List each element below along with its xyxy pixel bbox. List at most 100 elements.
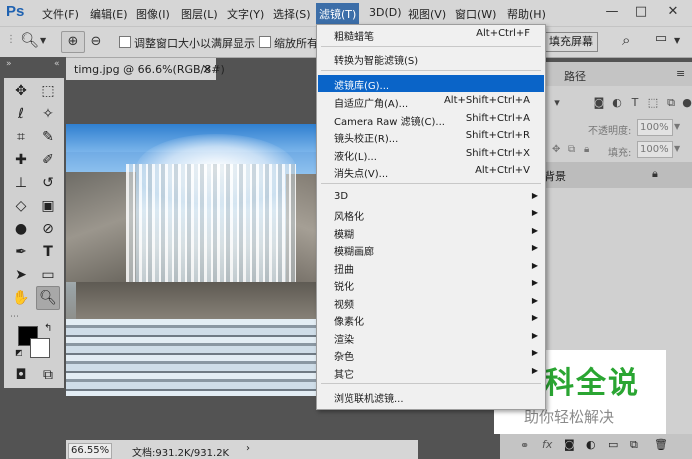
document-image[interactable] <box>66 124 356 396</box>
filter-toggle-icon[interactable]: ● <box>680 96 692 110</box>
menu-item-vanishing-point[interactable]: 消失点(V)... Alt+Ctrl+V <box>318 163 544 180</box>
document-tab[interactable]: timg.jpg @ 66.6%(RGB/8#) × <box>66 58 225 80</box>
menu-item-other[interactable]: 其它 ▶ <box>318 364 544 381</box>
menu-item-render[interactable]: 渲染 ▶ <box>318 329 544 346</box>
screen-mode-icon[interactable]: ⧉ <box>37 364 59 386</box>
menu-item-sharpen[interactable]: 锐化 ▶ <box>318 276 544 293</box>
menu-item-blur[interactable]: 模糊 ▶ <box>318 224 544 241</box>
resize-windows-checkbox[interactable] <box>119 36 131 48</box>
menu-item-last-filter[interactable]: 粗糙蜡笔 Alt+Ctrl+F <box>318 26 544 43</box>
menu-item-browse-online-filters[interactable]: 浏览联机滤镜... <box>318 388 544 405</box>
zoom-level-field[interactable]: 66.55% <box>68 443 112 459</box>
lock-pixels-icon[interactable]: ✥ <box>552 144 560 155</box>
search-icon[interactable]: ⌕ <box>622 31 630 49</box>
workspace-icon[interactable]: ▭ <box>650 31 672 51</box>
crop-tool-icon[interactable]: ⌗ <box>10 126 32 148</box>
lasso-tool-icon[interactable]: ℓ <box>10 103 32 125</box>
minimize-button[interactable]: — <box>601 2 623 22</box>
menu-filter[interactable]: 滤镜(T) <box>316 3 360 25</box>
tab-paths[interactable]: 路径 <box>564 68 586 84</box>
menu-layer[interactable]: 图层(L) <box>181 6 218 22</box>
swap-colors-icon[interactable]: ↰ <box>44 323 52 334</box>
menu-item-noise[interactable]: 杂色 ▶ <box>318 346 544 363</box>
filter-smart-icon[interactable]: ⧉ <box>664 96 678 110</box>
maximize-button[interactable]: □ <box>630 2 652 22</box>
menu-item-pixelate[interactable]: 像素化 ▶ <box>318 311 544 328</box>
blur-tool-icon[interactable]: ● <box>10 218 32 240</box>
chevron-down-icon[interactable]: ▼ <box>674 122 680 131</box>
chevron-down-icon[interactable]: ▼ <box>40 36 46 45</box>
move-tool-icon[interactable]: ✥ <box>10 80 32 102</box>
close-tab-icon[interactable]: × <box>202 62 212 76</box>
menu-edit[interactable]: 编辑(E) <box>90 6 128 22</box>
menu-item-convert-smart-filters[interactable]: 转换为智能滤镜(S) <box>318 50 544 67</box>
chevron-right-icon[interactable]: › <box>246 443 250 454</box>
chevron-down-icon[interactable]: ▼ <box>674 144 680 153</box>
menu-item-adaptive-wide-angle[interactable]: 自适应广角(A)... Alt+Shift+Ctrl+A <box>318 93 544 110</box>
menu-item-filter-gallery[interactable]: 滤镜库(G)... <box>318 75 544 92</box>
fx-icon[interactable]: fx <box>542 438 552 451</box>
zoom-in-button[interactable]: ⊕ <box>61 31 85 53</box>
close-button[interactable]: ✕ <box>662 2 684 22</box>
zoom-tool-preset-icon[interactable]: 🔍︎ <box>20 31 39 49</box>
menu-view[interactable]: 视图(V) <box>408 6 446 22</box>
menu-type[interactable]: 文字(Y) <box>227 6 264 22</box>
eraser-tool-icon[interactable]: ◇ <box>10 195 32 217</box>
dodge-tool-icon[interactable]: ⊘ <box>37 218 59 240</box>
new-layer-icon[interactable]: ⧉ <box>630 438 638 452</box>
filter-pixel-icon[interactable]: ◙ <box>592 96 606 110</box>
menu-3d[interactable]: 3D(D) <box>369 6 402 19</box>
healing-brush-tool-icon[interactable]: ✚ <box>10 149 32 171</box>
lock-all-icon[interactable]: 🔒︎ <box>584 144 589 155</box>
menu-item-video[interactable]: 视频 ▶ <box>318 294 544 311</box>
path-selection-tool-icon[interactable]: ➤ <box>10 264 32 286</box>
filter-adjust-icon[interactable]: ◐ <box>610 96 624 110</box>
menu-item-3d[interactable]: 3D ▶ <box>318 189 544 206</box>
collapse-icon[interactable]: » <box>6 59 12 69</box>
panel-menu-icon[interactable]: ≡ <box>676 67 685 80</box>
type-tool-icon[interactable]: T <box>37 241 59 263</box>
fill-screen-button[interactable]: 填充屏幕 <box>544 32 598 52</box>
chevron-down-icon[interactable]: ▼ <box>674 36 680 45</box>
shape-tool-icon[interactable]: ▭ <box>37 264 59 286</box>
menu-item-camera-raw[interactable]: Camera Raw 滤镜(C)... Shift+Ctrl+A <box>318 111 544 128</box>
opacity-field[interactable]: 100% <box>637 119 673 136</box>
trash-icon[interactable]: 🗑︎ <box>654 438 668 451</box>
group-icon[interactable]: ▭ <box>608 438 618 451</box>
lock-artboard-icon[interactable]: ⧉ <box>568 144 575 155</box>
brush-tool-icon[interactable]: ✐ <box>37 149 59 171</box>
menu-image[interactable]: 图像(I) <box>136 6 170 22</box>
fill-field[interactable]: 100% <box>637 141 673 158</box>
add-mask-icon[interactable]: ◙ <box>564 438 575 451</box>
menu-item-stylize[interactable]: 风格化 ▶ <box>318 206 544 223</box>
menu-help[interactable]: 帮助(H) <box>507 6 546 22</box>
collapse-icon[interactable]: « <box>54 59 60 69</box>
zoom-out-button[interactable]: ⊖ <box>84 31 108 53</box>
zoom-all-windows-checkbox[interactable] <box>259 36 271 48</box>
filter-text-icon[interactable]: T <box>628 96 642 110</box>
menu-item-distort[interactable]: 扭曲 ▶ <box>318 259 544 276</box>
magic-wand-tool-icon[interactable]: ✧ <box>37 103 59 125</box>
gradient-tool-icon[interactable]: ▣ <box>37 195 59 217</box>
clone-stamp-tool-icon[interactable]: ⊥ <box>10 172 32 194</box>
menu-item-lens-correction[interactable]: 镜头校正(R)... Shift+Ctrl+R <box>318 128 544 145</box>
hand-tool-icon[interactable]: ✋ <box>10 287 32 309</box>
quick-mask-icon[interactable]: ◘ <box>10 364 32 386</box>
menu-item-liquify[interactable]: 液化(L)... Shift+Ctrl+X <box>318 146 544 163</box>
zoom-tool-icon[interactable]: 🔍︎ <box>36 286 60 310</box>
link-layers-icon[interactable]: ⚭ <box>520 439 529 452</box>
filter-shape-icon[interactable]: ⬚ <box>646 96 660 110</box>
eyedropper-tool-icon[interactable]: ✎ <box>37 126 59 148</box>
adjustment-layer-icon[interactable]: ◐ <box>586 438 596 451</box>
default-colors-icon[interactable]: ◩ <box>15 348 23 357</box>
background-color-swatch[interactable] <box>30 338 50 358</box>
menu-select[interactable]: 选择(S) <box>273 6 311 22</box>
filter-type-icon[interactable]: ▾ <box>550 96 564 110</box>
marquee-tool-icon[interactable]: ⬚ <box>37 80 59 102</box>
menu-item-blur-gallery[interactable]: 模糊画廊 ▶ <box>318 241 544 258</box>
history-brush-tool-icon[interactable]: ↺ <box>37 172 59 194</box>
menu-window[interactable]: 窗口(W) <box>455 6 496 22</box>
pen-tool-icon[interactable]: ✒ <box>10 241 32 263</box>
menu-file[interactable]: 文件(F) <box>42 6 79 22</box>
more-tools-icon[interactable]: ⋯ <box>10 312 19 322</box>
